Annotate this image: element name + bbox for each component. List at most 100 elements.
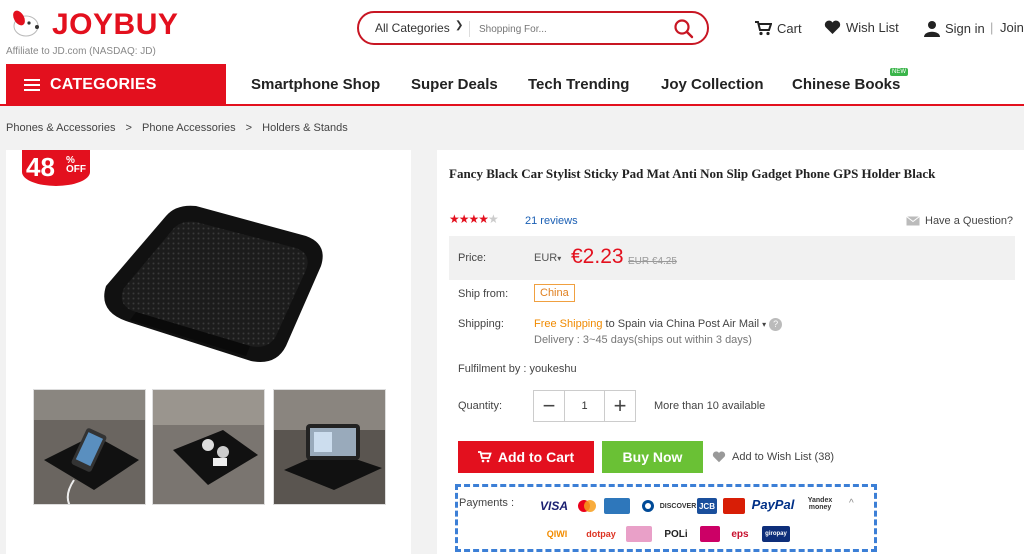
stars-empty: ★ bbox=[488, 212, 499, 226]
discount-off: % OFF bbox=[66, 156, 86, 175]
main-nav: CATEGORIES Smartphone Shop Super Deals T… bbox=[0, 64, 1024, 106]
new-badge: NEW bbox=[890, 68, 908, 76]
rating-stars[interactable]: ★★★★★ bbox=[449, 212, 499, 226]
fulfilment-info: Fulfilment by : youkeshu bbox=[458, 363, 577, 375]
discount-badge: 48 % OFF bbox=[22, 150, 90, 186]
cart-icon bbox=[477, 451, 492, 463]
search-icon[interactable] bbox=[673, 18, 695, 40]
current-price: €2.23 bbox=[571, 245, 624, 268]
add-to-cart-label: Add to Cart bbox=[497, 449, 575, 465]
affiliate-text: Affiliate to JD.com (NASDAQ: JD) bbox=[6, 46, 156, 57]
reviews-link[interactable]: 21 reviews bbox=[525, 215, 578, 227]
collapse-chevron-icon[interactable]: ^ bbox=[849, 498, 854, 509]
shipping-method[interactable]: Free Shipping to Spain via China Post Ai… bbox=[534, 318, 783, 331]
shipping-text: to Spain via China Post Air Mail bbox=[602, 318, 760, 330]
shipping-label: Shipping: bbox=[458, 318, 504, 330]
quantity-input[interactable]: 1 bbox=[564, 391, 605, 421]
original-price: EUR €4.25 bbox=[628, 256, 677, 267]
stars-filled: ★★★★ bbox=[449, 212, 489, 226]
free-shipping-text: Free Shipping bbox=[534, 318, 603, 330]
user-icon bbox=[924, 21, 940, 37]
signin-link[interactable]: Sign in bbox=[924, 20, 985, 37]
decrease-quantity-button[interactable]: − bbox=[534, 391, 564, 421]
top-header: JOYBUY Affiliate to JD.com (NASDAQ: JD) … bbox=[0, 0, 1024, 64]
poli-logo: POLi bbox=[664, 528, 688, 540]
search-divider bbox=[469, 21, 470, 37]
wishlist-link[interactable]: Wish List bbox=[824, 20, 899, 35]
visa-logo: VISA bbox=[539, 499, 568, 513]
envelope-icon bbox=[906, 216, 920, 226]
ship-from-option[interactable]: China bbox=[534, 284, 575, 302]
dog-mascot-icon bbox=[13, 10, 39, 37]
paypal-logo: PayPal bbox=[751, 496, 795, 512]
cart-label: Cart bbox=[777, 20, 802, 36]
thumbnail-image[interactable] bbox=[273, 389, 386, 505]
currency-code: EUR bbox=[534, 252, 558, 264]
amex-logo bbox=[604, 498, 630, 514]
thumbnail-image[interactable] bbox=[152, 389, 265, 505]
dotpay-logo: dotpay bbox=[586, 529, 616, 539]
ask-question-link[interactable]: Have a Question? bbox=[906, 215, 1013, 227]
product-title: Fancy Black Car Stylist Sticky Pad Mat A… bbox=[449, 166, 936, 181]
mastercard-logo bbox=[576, 498, 598, 514]
heart-icon bbox=[824, 20, 841, 34]
wishlist-count-label: Add to Wish List (38) bbox=[732, 451, 835, 463]
breadcrumb-item[interactable]: Phone Accessories bbox=[142, 122, 236, 134]
currency-select[interactable]: EUR▾ bbox=[534, 252, 561, 264]
ideal-logo bbox=[700, 526, 720, 542]
heart-icon bbox=[712, 451, 726, 463]
alipay-logo bbox=[626, 526, 652, 542]
increase-quantity-button[interactable]: + bbox=[605, 391, 635, 421]
currency-caret-icon: ▾ bbox=[557, 254, 562, 263]
header-separator: | bbox=[990, 20, 994, 35]
breadcrumb-item[interactable]: Phones & Accessories bbox=[6, 122, 115, 134]
question-label: Have a Question? bbox=[925, 215, 1014, 227]
diners-club-logo bbox=[636, 498, 660, 514]
discount-value: 48 bbox=[26, 152, 55, 182]
eps-logo: eps bbox=[731, 528, 749, 540]
menu-icon bbox=[24, 79, 40, 91]
nav-chinese-books[interactable]: Chinese Books bbox=[792, 76, 900, 93]
quantity-label: Quantity: bbox=[458, 400, 503, 412]
availability-text: More than 10 available bbox=[654, 400, 766, 412]
jcb-logo: JCB bbox=[697, 498, 717, 514]
breadcrumb: Phones & Accessories > Phone Accessories… bbox=[6, 122, 348, 134]
wishlist-label: Wish List bbox=[846, 20, 899, 35]
nav-super-deals[interactable]: Super Deals bbox=[411, 76, 498, 93]
breadcrumb-separator: > bbox=[245, 122, 253, 134]
search-input[interactable] bbox=[479, 19, 659, 39]
qiwi-logo: QIWI bbox=[546, 529, 568, 539]
add-to-cart-button[interactable]: Add to Cart bbox=[458, 441, 594, 473]
yandex-money-logo: Yandex money bbox=[807, 497, 833, 511]
cart-link[interactable]: Cart bbox=[754, 20, 802, 36]
buy-now-label: Buy Now bbox=[622, 449, 683, 465]
add-to-wishlist-link[interactable]: Add to Wish List (38) bbox=[712, 451, 834, 463]
main-product-image[interactable] bbox=[96, 196, 332, 372]
logo-text: JOYBUY bbox=[52, 8, 179, 41]
search-bar: All Categories ❯ bbox=[357, 11, 709, 45]
categories-button[interactable]: CATEGORIES bbox=[6, 64, 226, 106]
discount-off-text: OFF bbox=[66, 164, 86, 175]
join-link[interactable]: Join bbox=[1000, 20, 1024, 35]
chevron-down-icon[interactable]: ❯ bbox=[455, 20, 463, 31]
nav-joy-collection[interactable]: Joy Collection bbox=[661, 76, 764, 93]
payments-label: Payments : bbox=[459, 497, 515, 509]
categories-label: CATEGORIES bbox=[50, 76, 157, 93]
unionpay-logo bbox=[723, 498, 745, 514]
shipping-caret-icon: ▾ bbox=[762, 320, 767, 329]
signin-label: Sign in bbox=[945, 21, 985, 36]
thumbnail-image[interactable] bbox=[33, 389, 146, 505]
giropay-logo: giropay bbox=[762, 526, 790, 542]
breadcrumb-separator: > bbox=[125, 122, 132, 134]
price-label: Price: bbox=[458, 252, 487, 264]
nav-tech-trending[interactable]: Tech Trending bbox=[528, 76, 629, 93]
help-icon[interactable]: ? bbox=[769, 318, 783, 331]
discover-logo: DISCOVER bbox=[659, 502, 697, 510]
cart-icon bbox=[755, 21, 772, 36]
nav-smartphone-shop[interactable]: Smartphone Shop bbox=[251, 76, 380, 93]
ship-from-label: Ship from: bbox=[458, 288, 509, 300]
search-category-select[interactable]: All Categories bbox=[375, 21, 450, 35]
buy-now-button[interactable]: Buy Now bbox=[602, 441, 703, 473]
breadcrumb-item[interactable]: Holders & Stands bbox=[262, 122, 348, 134]
quantity-stepper: − 1 + bbox=[533, 390, 636, 422]
